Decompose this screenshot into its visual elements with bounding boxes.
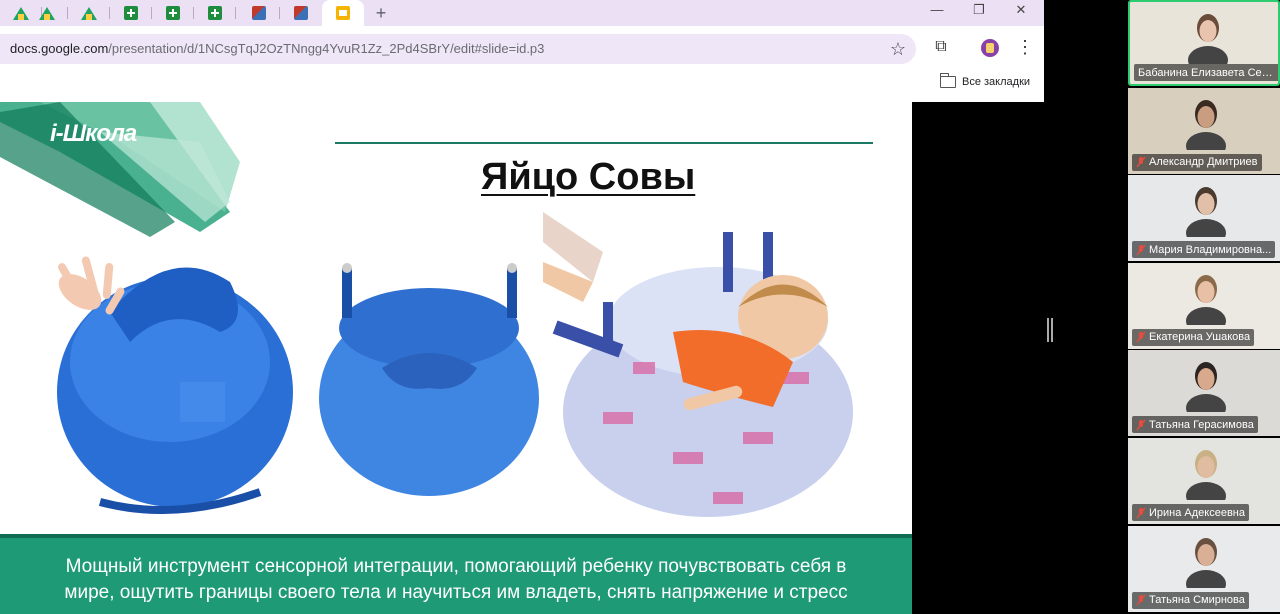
tab-sheets-3[interactable] [194, 0, 236, 26]
image-icon [294, 6, 308, 20]
mic-off-icon [1136, 331, 1146, 343]
drive-icon [81, 6, 97, 20]
participant-name: Бабанина Елизавета Серг... [1138, 66, 1276, 79]
participant-name: Александр Дмитриев [1149, 156, 1258, 169]
mic-off-icon [1136, 594, 1146, 606]
sheets-icon [166, 6, 180, 20]
participant-name: Ирина Адексеевна [1149, 506, 1245, 519]
close-button[interactable]: ✕ [1000, 0, 1042, 22]
tab-image-2[interactable] [280, 0, 322, 26]
url-path: /presentation/d/1NCsgTqJ2OzTNngg4YvuR1Zz… [108, 41, 545, 56]
drive-icon [39, 6, 55, 20]
address-bar[interactable]: docs.google.com/presentation/d/1NCsgTqJ2… [0, 34, 916, 64]
mic-off-icon [1136, 244, 1146, 256]
participant-tile[interactable]: Татьяна Герасимова [1128, 350, 1280, 437]
extensions-icon[interactable]: ⧉ [932, 38, 950, 56]
tab-drive-3[interactable] [68, 0, 110, 26]
url-host: docs.google.com [10, 41, 109, 56]
browser-window: + — ❐ ✕ docs.google.com/presentation/d/1… [0, 0, 1044, 102]
participant-video [1188, 14, 1228, 64]
participant-name: Татьяна Смирнова [1149, 594, 1245, 607]
participant-video [1186, 450, 1226, 500]
folder-icon [939, 73, 956, 88]
participant-name-tag: Татьяна Смирнова [1132, 591, 1249, 609]
screen: + — ❐ ✕ docs.google.com/presentation/d/1… [0, 0, 1280, 614]
caption-band: Мощный инструмент сенсорной интеграции, … [0, 534, 912, 614]
mic-off-icon [1136, 156, 1146, 168]
participant-name-tag: Ирина Адексеевна [1132, 504, 1249, 521]
participant-video [1186, 99, 1226, 150]
tab-sheets-2[interactable] [152, 0, 194, 26]
profile-avatar-icon[interactable] [981, 39, 999, 57]
restore-button[interactable]: ❐ [958, 0, 1000, 22]
participants-panel: Бабанина Елизавета Серг... Александр Дмит… [1128, 0, 1280, 614]
slide-title: Яйцо Совы [481, 156, 696, 198]
image-icon [252, 6, 266, 20]
mic-off-icon [1136, 507, 1146, 518]
bookmark-star-icon[interactable]: ☆ [890, 37, 906, 61]
participant-name: Татьяна Герасимова [1149, 418, 1254, 431]
participant-video [1186, 274, 1226, 325]
participant-tile[interactable]: Мария Владимировна... [1128, 175, 1280, 262]
bookmarks-bar: Все закладки [0, 72, 1044, 100]
participant-video [1186, 537, 1226, 588]
presentation-slide: i-Школа Яйцо Совы Мощный инструмент сенс… [0, 102, 912, 614]
url-text: docs.google.com/presentation/d/1NCsgTqJ2… [10, 41, 544, 56]
title-rule [335, 142, 873, 144]
slides-icon [336, 6, 350, 20]
owl-egg-photo-child [543, 212, 853, 517]
owl-egg-photo-closed [57, 256, 293, 514]
sheets-icon [124, 6, 138, 20]
slide-caption: Мощный инструмент сенсорной интеграции, … [10, 554, 902, 606]
tab-sheets-1[interactable] [110, 0, 152, 26]
all-bookmarks-button[interactable]: Все закладки [939, 73, 1031, 88]
browser-menu-icon[interactable]: ⋮ [1016, 38, 1034, 58]
participant-name-tag: Александр Дмитриев [1132, 153, 1262, 171]
browser-toolbar: docs.google.com/presentation/d/1NCsgTqJ2… [0, 26, 1044, 72]
participant-tile[interactable]: Александр Дмитриев [1128, 87, 1280, 174]
participant-tile[interactable]: Татьяна Смирнова [1128, 525, 1280, 612]
tab-slides-active[interactable] [322, 0, 364, 26]
participant-tile[interactable]: Бабанина Елизавета Серг... [1128, 0, 1280, 86]
caption-line-1: Мощный инструмент сенсорной интеграции, … [65, 556, 847, 577]
tab-image-1[interactable] [238, 0, 280, 26]
participant-name-tag: Бабанина Елизавета Серг... [1134, 64, 1278, 81]
minimize-button[interactable]: — [916, 0, 958, 22]
participant-name-tag: Мария Владимировна... [1132, 241, 1276, 259]
panel-resize-handle[interactable] [1047, 318, 1053, 342]
participant-tile[interactable]: Екатерина Ушакова [1128, 262, 1280, 349]
all-bookmarks-label: Все закладки [962, 76, 1031, 88]
caption-line-2: мире, ощутить границы своего тела и науч… [64, 582, 848, 603]
participant-video [1186, 187, 1226, 238]
tab-drive-2[interactable] [26, 0, 68, 26]
participant-name-tag: Екатерина Ушакова [1132, 328, 1255, 346]
participant-name: Мария Владимировна... [1149, 243, 1272, 256]
participant-video [1186, 362, 1226, 413]
tab-strip: + — ❐ ✕ [0, 0, 1044, 26]
owl-egg-photo-open [319, 263, 539, 496]
participant-name-tag: Татьяна Герасимова [1132, 416, 1258, 434]
participant-tile[interactable]: Ирина Адексеевна [1128, 438, 1280, 524]
sheets-icon [208, 6, 222, 20]
logo: i-Школа [50, 120, 137, 147]
new-tab-button[interactable]: + [372, 2, 390, 24]
participant-name: Екатерина Ушакова [1149, 331, 1251, 344]
mic-off-icon [1136, 419, 1146, 431]
